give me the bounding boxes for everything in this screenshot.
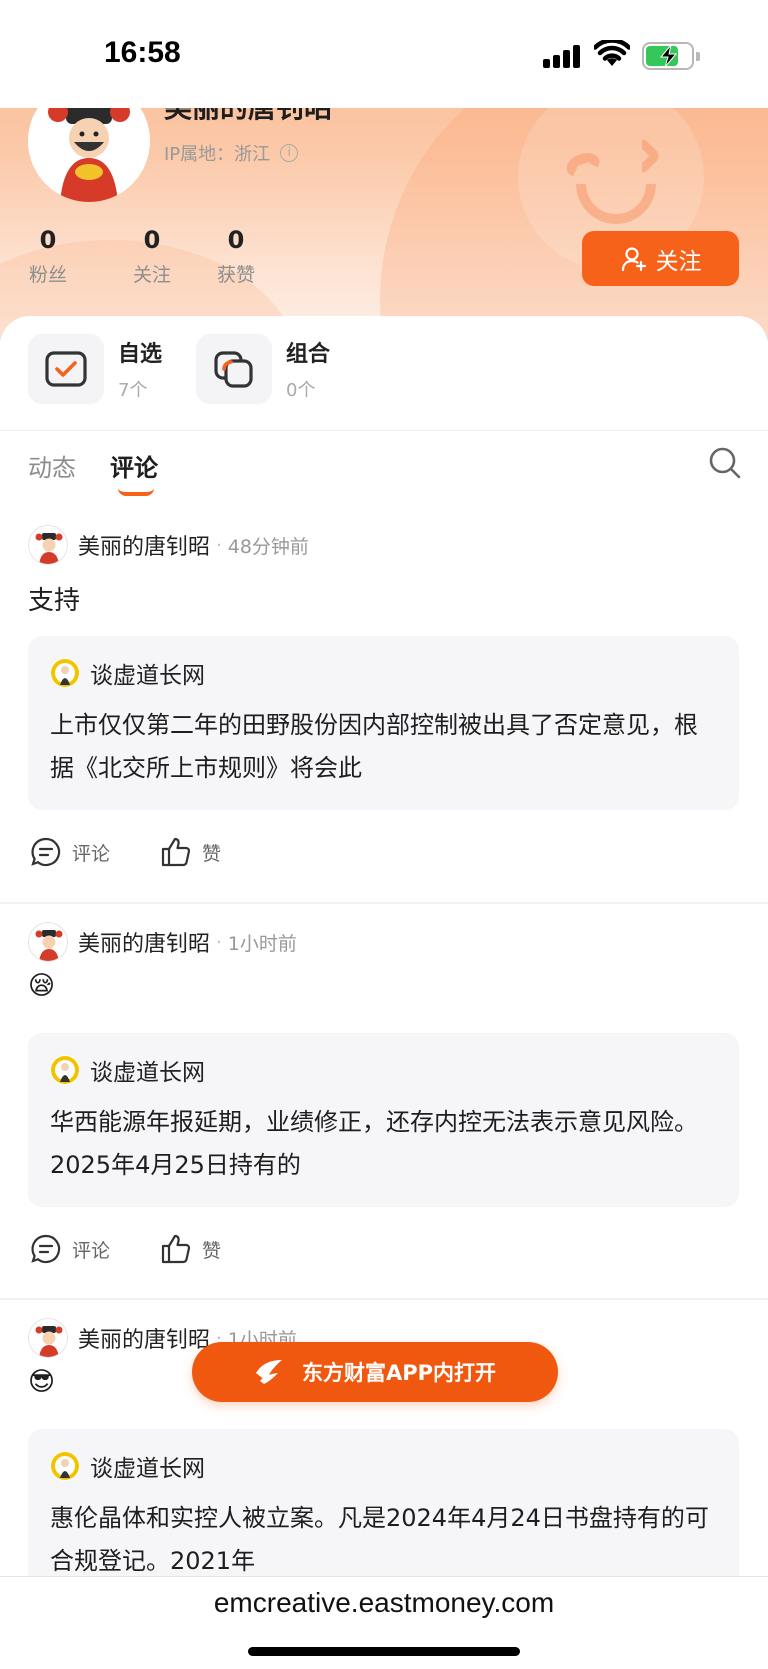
asset-name: 自选 — [118, 342, 163, 367]
comment-label: 评论 — [72, 1239, 111, 1262]
comment-icon — [31, 837, 61, 867]
author-name[interactable]: 美丽的唐钊昭 — [78, 926, 210, 958]
separator-dot: · — [216, 534, 222, 556]
wifi-icon — [594, 40, 630, 66]
quote-text: 华西能源年报延期，业绩修正，还存内控无法表示意见风险。2025年4月25日持有的 — [50, 1108, 698, 1179]
home-indicator[interactable] — [248, 1647, 520, 1656]
quote-author-name: 谈虚道长网 — [90, 1060, 205, 1086]
content-tabs: 动态 评论 — [28, 448, 158, 496]
asset-count: 0个 — [286, 380, 316, 401]
author-name[interactable]: 美丽的唐钊昭 — [78, 1322, 210, 1354]
asset-count: 7个 — [118, 380, 148, 401]
like-label: 赞 — [202, 1239, 222, 1262]
quote-author-avatar — [50, 1055, 80, 1085]
battery-charging-icon — [642, 42, 700, 70]
info-icon[interactable]: i — [280, 144, 299, 162]
tab-label: 评论 — [110, 454, 158, 482]
post-emoji: 😎 — [28, 1367, 56, 1397]
stat-following[interactable]: 0 关注 — [110, 224, 194, 287]
add-user-icon — [621, 246, 646, 271]
open-in-app-button[interactable]: 东方财富APP内打开 — [192, 1342, 558, 1402]
stat-fans[interactable]: 0 粉丝 — [26, 224, 70, 287]
quote-author-name: 谈虚道长网 — [90, 663, 205, 689]
quoted-article[interactable]: 谈虚道长网 华西能源年报延期，业绩修正，还存内控无法表示意见风险。2025年4月… — [28, 1033, 739, 1207]
author-avatar[interactable] — [28, 922, 68, 962]
post-time: 48分钟前 — [227, 535, 309, 558]
search-icon[interactable] — [708, 446, 742, 480]
portfolio-icon — [196, 334, 273, 404]
ip-location: IP属地：浙江 i — [164, 140, 299, 166]
asset-shortcuts: 自选 7个 组合 0个 — [28, 334, 330, 404]
post-separator — [0, 1298, 768, 1300]
watchlist-shortcut[interactable]: 自选 7个 — [28, 334, 162, 404]
status-bar: 16:58 — [0, 0, 768, 108]
thumbs-up-icon — [161, 1234, 191, 1264]
post-text: 支持 — [28, 586, 81, 616]
stat-label: 关注 — [132, 264, 171, 286]
like-button[interactable]: 赞 — [160, 1233, 221, 1265]
quote-author-avatar — [50, 658, 80, 688]
cellular-signal-icon — [543, 44, 583, 68]
follow-label: 关注 — [655, 248, 702, 275]
asset-name: 组合 — [286, 342, 331, 367]
follow-button[interactable]: 关注 — [582, 231, 739, 286]
stat-value: 0 — [39, 226, 57, 254]
post-header: 美丽的唐钊昭 · 48分钟前 — [28, 524, 309, 566]
stat-value: 0 — [227, 226, 245, 254]
quote-text: 上市仅仅第二年的田野股份因内部控制被出具了否定意见，根据《北交所上市规则》将会此 — [50, 711, 698, 782]
post-emoji: 😪 — [28, 971, 56, 1001]
post-actions: 评论 赞 — [30, 1233, 221, 1265]
quoted-article[interactable]: 谈虚道长网 上市仅仅第二年的田野股份因内部控制被出具了否定意见，根据《北交所上市… — [28, 636, 739, 810]
stat-likes[interactable]: 0 获赞 — [194, 224, 278, 287]
section-divider — [0, 430, 768, 431]
portfolio-shortcut[interactable]: 组合 0个 — [196, 334, 330, 404]
open-in-app-label: 东方财富APP内打开 — [301, 1361, 497, 1385]
tab-activity[interactable]: 动态 — [28, 448, 76, 483]
watchlist-icon — [28, 334, 104, 404]
thumbs-up-icon — [161, 837, 191, 867]
quote-author-avatar — [50, 1451, 80, 1481]
comment-button[interactable]: 评论 — [30, 836, 110, 868]
like-label: 赞 — [202, 842, 222, 865]
profile-stats: 0 粉丝 0 关注 0 获赞 — [26, 224, 278, 287]
stat-label: 粉丝 — [28, 264, 67, 286]
separator-dot: · — [216, 931, 222, 953]
like-button[interactable]: 赞 — [160, 836, 221, 868]
app-logo-icon — [255, 1360, 282, 1384]
stat-label: 获赞 — [216, 264, 255, 286]
comment-icon — [31, 1234, 61, 1264]
quote-text: 惠伦晶体和实控人被立案。凡是2024年4月24日书盘持有的可合规登记。2021年 — [50, 1504, 709, 1575]
tab-comments[interactable]: 评论 — [110, 448, 158, 496]
stat-value: 0 — [143, 226, 161, 254]
comment-label: 评论 — [72, 842, 111, 865]
ip-location-label: IP属地：浙江 — [164, 144, 271, 165]
profile-content-card: 自选 7个 组合 0个 动态 评论 美丽的唐钊昭 · 48分钟前 支持 谈虚道长… — [0, 316, 768, 1669]
post-time: 1小时前 — [227, 932, 297, 955]
quote-author-name: 谈虚道长网 — [90, 1456, 205, 1482]
author-avatar[interactable] — [28, 525, 68, 565]
status-time: 16:58 — [104, 36, 181, 69]
active-tab-indicator — [118, 488, 154, 496]
author-avatar[interactable] — [28, 1318, 68, 1358]
url-text[interactable]: emcreative.eastmoney.com — [0, 1587, 768, 1619]
comment-button[interactable]: 评论 — [30, 1233, 110, 1265]
post-separator — [0, 902, 768, 904]
post-header: 美丽的唐钊昭 · 1小时前 — [28, 921, 297, 963]
post-actions: 评论 赞 — [30, 836, 221, 868]
browser-address-bar[interactable]: emcreative.eastmoney.com — [0, 1576, 768, 1669]
author-name[interactable]: 美丽的唐钊昭 — [78, 529, 210, 561]
